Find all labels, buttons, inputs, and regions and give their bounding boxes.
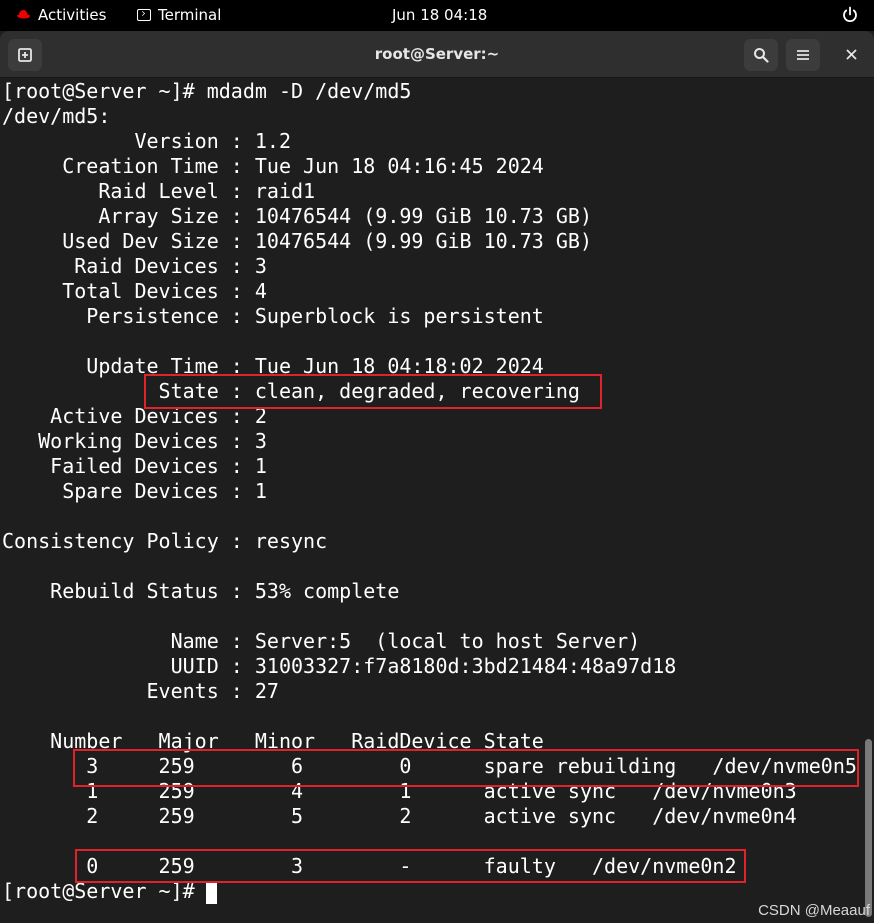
close-icon: [845, 48, 857, 60]
terminal-line: Used Dev Size : 10476544 (9.99 GiB 10.73…: [2, 229, 593, 253]
app-menu-label: Terminal: [158, 6, 222, 24]
close-window-button[interactable]: [842, 45, 860, 63]
terminal-line: Creation Time : Tue Jun 18 04:16:45 2024: [2, 154, 544, 178]
terminal-line: Raid Devices : 3: [2, 254, 267, 278]
terminal-app-icon: [137, 9, 151, 21]
highlight-box-spare-rebuilding: [73, 749, 859, 787]
hamburger-menu-button[interactable]: [786, 39, 820, 71]
terminal-window: root@Server:~ [root@Server ~]# mdadm -D …: [0, 31, 874, 923]
window-headerbar: root@Server:~: [0, 31, 874, 78]
terminal-line: Version : 1.2: [2, 129, 291, 153]
terminal-line: [root@Server ~]# mdadm -D /dev/md5: [2, 79, 412, 103]
terminal-line: Raid Level : raid1: [2, 179, 316, 203]
terminal-line: Name : Server:5 (local to host Server): [2, 629, 641, 653]
highlight-box-faulty: [75, 849, 746, 883]
highlight-box-state: [144, 374, 602, 409]
redhat-logo-icon: [17, 9, 31, 18]
gnome-top-bar: Activities Terminal Jun 18 04:18: [0, 0, 874, 31]
window-title: root@Server:~: [374, 45, 500, 63]
terminal-line: UUID : 31003327:f7a8180d:3bd21484:48a97d…: [2, 654, 677, 678]
hamburger-icon: [797, 50, 809, 60]
search-icon: [754, 48, 769, 63]
terminal-line: Consistency Policy : resync: [2, 529, 328, 553]
terminal-line: Working Devices : 3: [2, 429, 267, 453]
terminal-output[interactable]: [root@Server ~]# mdadm -D /dev/md5/dev/m…: [0, 79, 874, 923]
activities-label: Activities: [38, 6, 107, 24]
terminal-line: 2 259 5 2 active sync /dev/nvme0n4: [2, 804, 797, 828]
search-button[interactable]: [744, 39, 778, 71]
new-tab-icon: [18, 48, 32, 62]
clock[interactable]: Jun 18 04:18: [392, 6, 487, 24]
scrollbar[interactable]: [865, 739, 872, 917]
app-menu-terminal[interactable]: Terminal: [137, 6, 221, 24]
terminal-line: Spare Devices : 1: [2, 479, 267, 503]
terminal-line: /dev/md5:: [2, 104, 111, 128]
activities-button[interactable]: Activities: [16, 6, 106, 24]
terminal-line: Rebuild Status : 53% complete: [2, 579, 400, 603]
text-cursor: [206, 882, 217, 904]
terminal-line: Events : 27: [2, 679, 279, 703]
terminal-line: Persistence : Superblock is persistent: [2, 304, 544, 328]
power-icon[interactable]: [842, 6, 858, 24]
terminal-line: Failed Devices : 1: [2, 454, 267, 478]
watermark: CSDN @Meaauf: [758, 902, 870, 919]
new-tab-button[interactable]: [8, 39, 42, 71]
terminal-line: Total Devices : 4: [2, 279, 267, 303]
terminal-line: Array Size : 10476544 (9.99 GiB 10.73 GB…: [2, 204, 593, 228]
